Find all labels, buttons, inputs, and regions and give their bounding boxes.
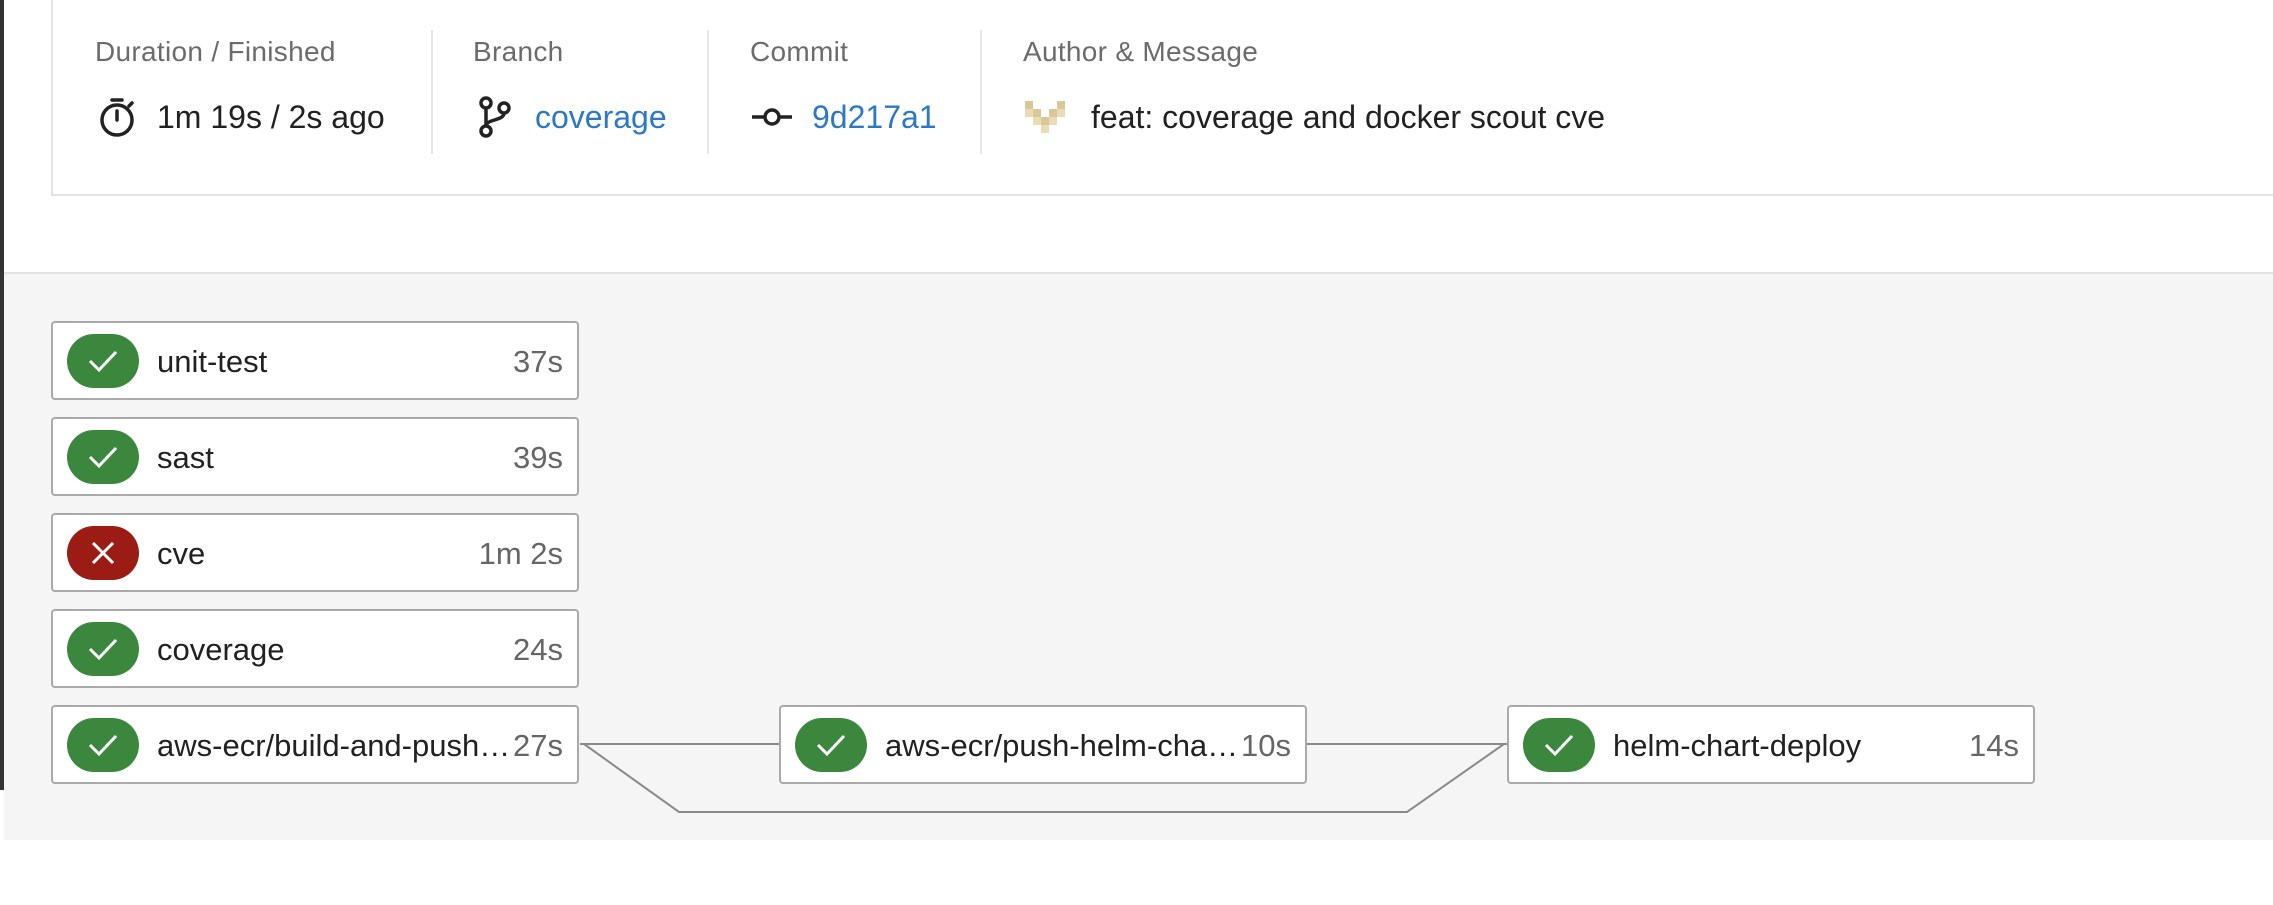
job-sast[interactable]: sast 39s	[51, 417, 579, 496]
job-name: helm-chart-deploy	[1613, 728, 1862, 763]
success-status-icon	[67, 718, 139, 772]
job-aws-ecr-build-and-push[interactable]: aws-ecr/build-and-push… 27s	[51, 705, 579, 784]
success-status-icon	[795, 718, 867, 772]
job-name: coverage	[157, 632, 285, 667]
job-duration: 39s	[513, 440, 563, 475]
job-duration: 24s	[513, 632, 563, 667]
failed-status-icon	[67, 526, 139, 580]
job-aws-ecr-push-helm-chart[interactable]: aws-ecr/push-helm-cha… 10s	[779, 705, 1307, 784]
job-name: aws-ecr/push-helm-cha…	[885, 728, 1239, 763]
job-name: unit-test	[157, 344, 268, 379]
job-duration: 1m 2s	[478, 536, 563, 571]
job-name: aws-ecr/build-and-push…	[157, 728, 511, 763]
success-status-icon	[1523, 718, 1595, 772]
job-coverage[interactable]: coverage 24s	[51, 609, 579, 688]
job-name: cve	[157, 536, 206, 571]
job-duration: 27s	[513, 728, 563, 763]
job-duration: 14s	[1969, 728, 2019, 763]
job-name: sast	[157, 440, 214, 475]
success-status-icon	[67, 430, 139, 484]
job-helm-chart-deploy[interactable]: helm-chart-deploy 14s	[1507, 705, 2035, 784]
success-status-icon	[67, 622, 139, 676]
job-duration: 37s	[513, 344, 563, 379]
success-status-icon	[67, 334, 139, 388]
job-cve[interactable]: cve 1m 2s	[51, 513, 579, 592]
job-duration: 10s	[1241, 728, 1291, 763]
job-unit-test[interactable]: unit-test 37s	[51, 321, 579, 400]
